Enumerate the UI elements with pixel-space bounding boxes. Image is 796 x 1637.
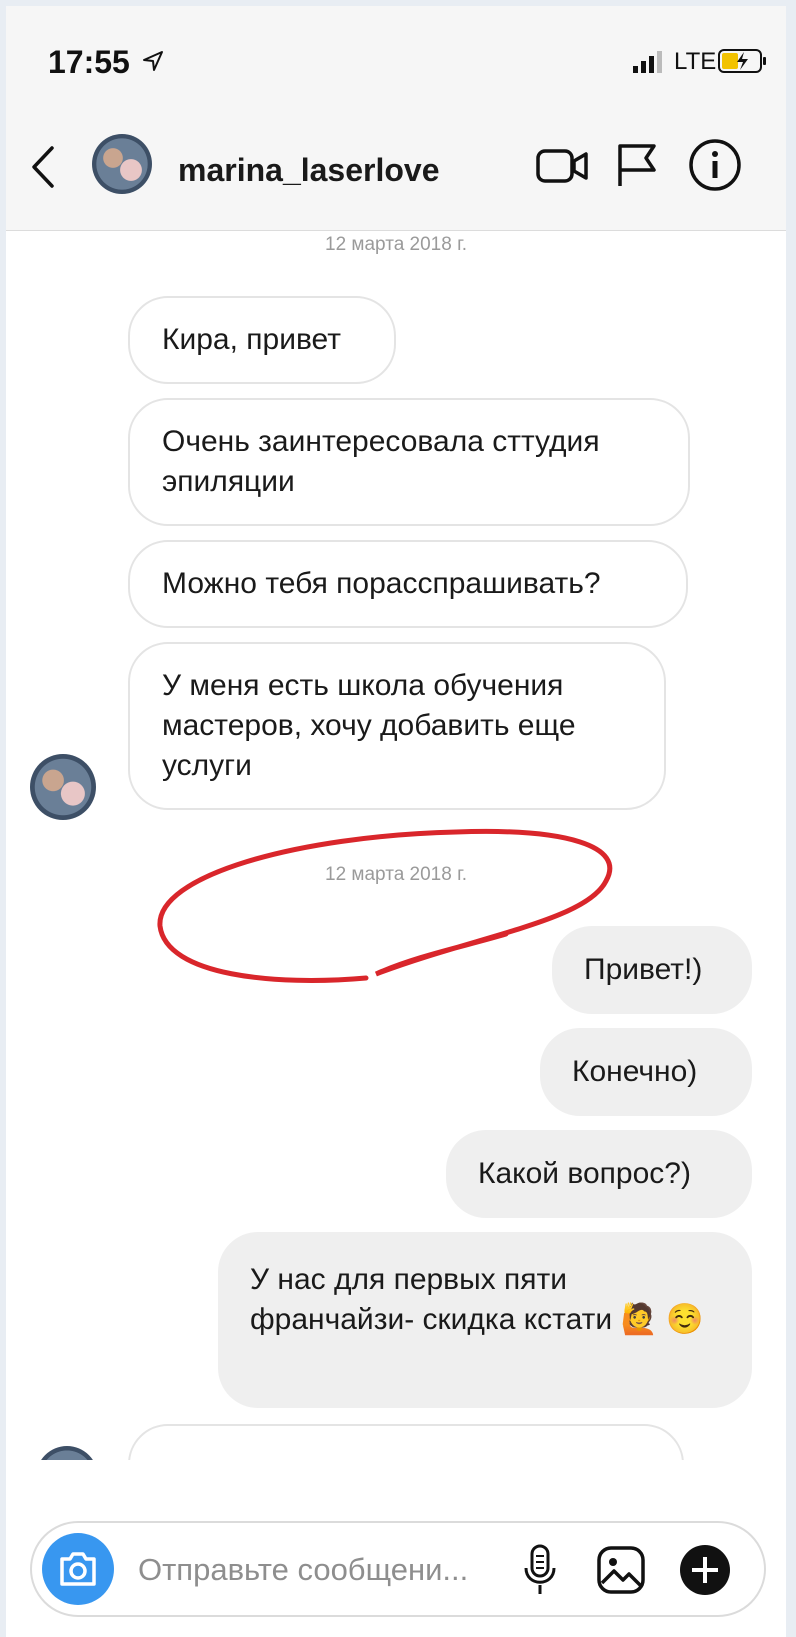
outgoing-message[interactable]: Привет!) bbox=[552, 926, 752, 1014]
camera-button[interactable] bbox=[42, 1533, 114, 1605]
screenshot-frame: 17:55 LTE marina_laserlove 12 марта 2018… bbox=[6, 6, 786, 1637]
flag-icon[interactable] bbox=[614, 142, 660, 188]
incoming-message[interactable]: Можно тебя порасспрашивать? bbox=[128, 540, 688, 628]
date-separator: 12 марта 2018 г. bbox=[325, 234, 467, 255]
plus-icon[interactable] bbox=[678, 1543, 732, 1597]
battery-icon bbox=[718, 49, 766, 73]
video-call-icon[interactable] bbox=[536, 146, 590, 186]
message-input[interactable] bbox=[136, 1547, 520, 1593]
microphone-icon[interactable] bbox=[522, 1543, 558, 1597]
signal-icon bbox=[633, 51, 662, 73]
status-bar: 17:55 LTE bbox=[6, 6, 786, 106]
network-type: LTE bbox=[674, 48, 717, 75]
location-arrow-icon bbox=[143, 51, 163, 71]
avatar[interactable] bbox=[92, 134, 152, 194]
outgoing-message[interactable]: У нас для первых пяти франчайзи- скидка … bbox=[218, 1232, 752, 1408]
chat-username[interactable]: marina_laserlove bbox=[178, 152, 440, 189]
info-icon[interactable] bbox=[688, 138, 742, 192]
incoming-message[interactable]: Кира, привет bbox=[128, 296, 396, 384]
incoming-message[interactable]: У меня есть школа обучения мастеров, хоч… bbox=[128, 642, 666, 810]
camera-icon bbox=[60, 1552, 96, 1586]
date-separator: 12 марта 2018 г. bbox=[325, 864, 467, 885]
chat-header: marina_laserlove bbox=[6, 106, 786, 231]
incoming-message[interactable]: Очень заинтересовала сттудия эпиляции bbox=[128, 398, 690, 526]
outgoing-message[interactable]: Какой вопрос?) bbox=[446, 1130, 752, 1218]
sender-avatar[interactable] bbox=[30, 754, 96, 820]
status-time: 17:55 bbox=[48, 44, 130, 80]
back-icon[interactable] bbox=[28, 144, 58, 190]
outgoing-message[interactable]: Конечно) bbox=[540, 1028, 752, 1116]
message-composer bbox=[30, 1521, 766, 1617]
gallery-icon[interactable] bbox=[596, 1545, 646, 1595]
